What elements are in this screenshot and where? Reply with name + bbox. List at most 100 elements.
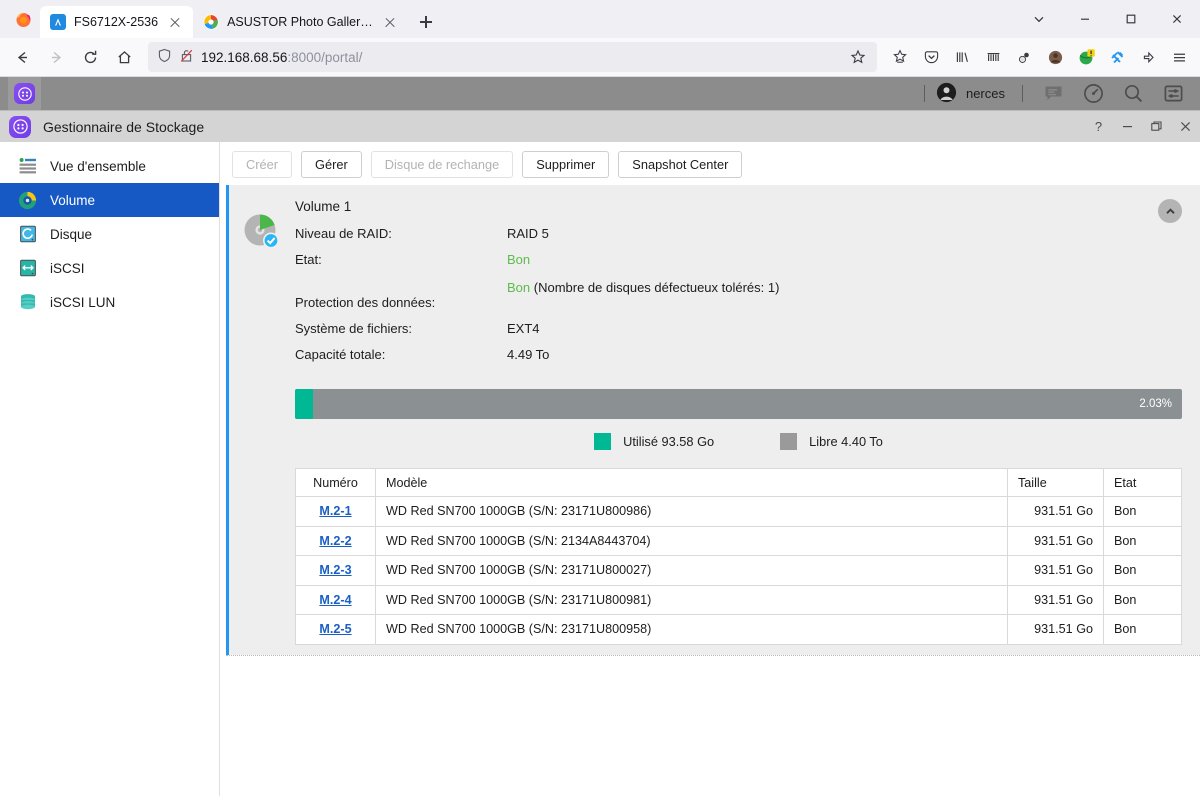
sidebar-item-iscsi-lun[interactable]: iSCSI LUN	[0, 285, 219, 319]
user-name: nerces	[965, 86, 1005, 101]
list-all-tabs-icon[interactable]	[1016, 0, 1062, 38]
disks-table-body: M.2-1 WD Red SN700 1000GB (S/N: 23171U800…	[295, 496, 1182, 645]
volume-details: Volume 1 Niveau de RAID: RAID 5 Etat: Bo…	[295, 199, 1182, 373]
sidebar-item-label: Disque	[50, 226, 93, 242]
cell-model: WD Red SN700 1000GB (S/N: 23171U800027)	[375, 555, 1008, 586]
user-avatar-icon	[936, 82, 957, 106]
url-bar[interactable]: 192.168.68.56:8000/portal/	[148, 42, 877, 72]
extension-pin-icon[interactable]	[1102, 42, 1132, 72]
field-value: EXT4	[507, 321, 540, 336]
window-controls	[1016, 0, 1200, 38]
volume-icon	[18, 191, 37, 210]
chevron-up-icon[interactable]	[1158, 199, 1182, 223]
create-button[interactable]: Créer	[232, 151, 292, 178]
user-menu[interactable]: nerces	[936, 82, 1011, 106]
volume-name: Volume 1	[295, 199, 352, 214]
storage-manager-icon	[14, 83, 35, 104]
library-icon[interactable]	[947, 42, 977, 72]
browser-tab-1[interactable]: FS6712X-2536	[40, 6, 194, 38]
sidebar-item-iscsi[interactable]: iSCSI	[0, 251, 219, 285]
extension-molecule-icon[interactable]	[1009, 42, 1039, 72]
bookmark-star-icon[interactable]	[845, 44, 871, 70]
field-label: Niveau de RAID:	[295, 226, 392, 241]
extension-shield-icon[interactable]	[1071, 42, 1101, 72]
cell-state: Bon	[1103, 555, 1182, 586]
browser-tab-2[interactable]: ASUSTOR Photo Gallery 3	[193, 6, 408, 38]
disk-link[interactable]: M.2-2	[319, 534, 351, 548]
disks-table: Numéro Modèle Taille Etat M.2-1 WD Red SN…	[295, 468, 1182, 645]
legend-item-free: Libre 4.40 To	[780, 433, 883, 450]
cell-model: WD Red SN700 1000GB (S/N: 23171U800981)	[375, 584, 1008, 615]
snapshot-center-button[interactable]: Snapshot Center	[618, 151, 743, 178]
activity-monitor-icon[interactable]	[1074, 77, 1112, 110]
help-button[interactable]: ?	[1084, 111, 1113, 142]
firefox-logo-icon	[6, 0, 40, 38]
sidebar-item-disk[interactable]: Disque	[0, 217, 219, 251]
new-tab-button[interactable]	[412, 8, 440, 36]
usage-percent-label: 2.03%	[1139, 398, 1172, 410]
reload-icon[interactable]	[74, 41, 106, 73]
delete-button[interactable]: Supprimer	[522, 151, 610, 178]
adm-top-bar: nerces	[0, 77, 1200, 110]
lock-broken-icon[interactable]	[179, 48, 194, 66]
disk-link[interactable]: M.2-1	[319, 504, 351, 518]
spare-disk-button[interactable]: Disque de rechange	[370, 151, 514, 178]
cell-number: M.2-5	[295, 614, 376, 645]
pocket-icon[interactable]	[916, 42, 946, 72]
iscsi-lun-icon	[18, 293, 37, 312]
maximize-window-button[interactable]	[1108, 0, 1154, 38]
overview-icon	[18, 157, 37, 176]
restore-button[interactable]	[1142, 111, 1171, 142]
table-row: M.2-5 WD Red SN700 1000GB (S/N: 23171U800…	[295, 614, 1182, 645]
back-icon[interactable]	[6, 41, 38, 73]
forward-icon[interactable]	[40, 41, 72, 73]
manage-button[interactable]: Gérer	[301, 151, 362, 178]
field-label: Etat:	[295, 252, 322, 267]
taskbar-app-storage-manager[interactable]	[8, 77, 41, 110]
main-content: Créer Gérer Disque de rechange Supprimer…	[220, 142, 1200, 796]
url-text: 192.168.68.56:8000/portal/	[201, 50, 838, 65]
asustor-adm-icon	[50, 14, 66, 30]
field-value-detail: (Nombre de disques défectueux tolérés: 1…	[530, 280, 780, 295]
volume-toolbar: Créer Gérer Disque de rechange Supprimer…	[220, 142, 1200, 185]
share-icon[interactable]	[1133, 42, 1163, 72]
app-menu-icon[interactable]	[1164, 42, 1194, 72]
iscsi-icon	[18, 259, 37, 278]
field-value: 4.49 To	[507, 347, 550, 362]
shield-icon[interactable]	[157, 48, 172, 66]
field-label: Capacité totale:	[295, 347, 386, 362]
minimize-window-button[interactable]	[1062, 0, 1108, 38]
home-icon[interactable]	[108, 41, 140, 73]
window-title-bar[interactable]: Gestionnaire de Stockage ?	[0, 111, 1200, 142]
cell-model: WD Red SN700 1000GB (S/N: 2134A8443704)	[375, 525, 1008, 556]
disk-link[interactable]: M.2-3	[319, 563, 351, 577]
close-tab-icon[interactable]	[381, 13, 399, 31]
browser-extension-toolbar	[885, 42, 1194, 72]
sidebar-item-overview[interactable]: Vue d'ensemble	[0, 149, 219, 183]
storage-manager-icon	[9, 115, 31, 138]
disk-link[interactable]: M.2-4	[319, 593, 351, 607]
bookmarks-toolbar-icon[interactable]	[978, 42, 1008, 72]
url-host: 192.168.68.56	[201, 49, 288, 65]
notifications-icon[interactable]	[1034, 77, 1072, 110]
cell-number: M.2-4	[295, 584, 376, 615]
sidebar-item-volume[interactable]: Volume	[0, 183, 219, 217]
volume-summary: Volume 1 Niveau de RAID: RAID 5 Etat: Bo…	[229, 199, 1182, 373]
bookmark-star-icon[interactable]	[885, 42, 915, 72]
volume-panel: Volume 1 Niveau de RAID: RAID 5 Etat: Bo…	[226, 185, 1200, 655]
settings-icon[interactable]	[1154, 77, 1192, 110]
close-button[interactable]	[1171, 111, 1200, 142]
account-avatar-icon[interactable]	[1040, 42, 1070, 72]
legend-swatch-free-icon	[780, 433, 798, 450]
cell-state: Bon	[1103, 525, 1182, 556]
minimize-button[interactable]	[1113, 111, 1142, 142]
sidebar-item-label: iSCSI LUN	[50, 294, 116, 310]
close-window-button[interactable]	[1154, 0, 1200, 38]
legend-label-used: Utilisé 93.58 Go	[623, 434, 715, 449]
table-row: M.2-3 WD Red SN700 1000GB (S/N: 23171U800…	[295, 555, 1182, 586]
search-icon[interactable]	[1114, 77, 1152, 110]
disk-link[interactable]: M.2-5	[319, 622, 351, 636]
field-total-capacity: Capacité totale: 4.49 To	[295, 347, 1182, 362]
close-tab-icon[interactable]	[166, 13, 184, 31]
legend-swatch-used-icon	[594, 433, 612, 450]
